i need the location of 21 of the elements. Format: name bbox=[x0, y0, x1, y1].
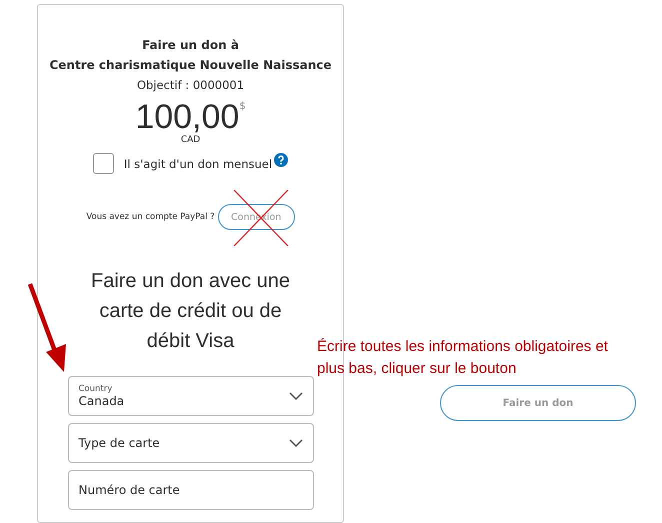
field-label: Country bbox=[78, 384, 114, 394]
field-placeholder: Type de carte bbox=[78, 436, 160, 450]
field-placeholder: Numéro de carte bbox=[78, 483, 180, 497]
input-field[interactable]: Numéro de carte bbox=[68, 470, 314, 510]
currency-code: CAD bbox=[180, 135, 200, 145]
card-heading: Faire un don avec une carte de crédit ou de débit Visa bbox=[90, 269, 292, 354]
select-field[interactable]: Type de carte bbox=[68, 423, 314, 463]
form-title: Faire un don à bbox=[142, 37, 239, 54]
chevron-icon bbox=[288, 392, 302, 400]
goal-text: Objectif : 0000001 bbox=[136, 77, 244, 94]
field-value: Canada bbox=[78, 394, 124, 408]
recipient-name: Centre charismatique Nouvelle Naissance bbox=[49, 57, 332, 74]
instruction-text: Écrire toutes les informations obligatoires et plus bas, cliquer sur le bouton bbox=[317, 337, 609, 379]
paypal-prompt: Vous avez un compte PayPal ? bbox=[86, 212, 215, 222]
amount: 100,00 bbox=[135, 99, 240, 135]
monthly-label: Il s'agit d'un don mensuel bbox=[124, 156, 272, 170]
monthly-checkbox[interactable] bbox=[92, 153, 114, 174]
help-icon[interactable] bbox=[274, 152, 288, 166]
currency-symbol: $ bbox=[239, 101, 246, 112]
chevron-icon bbox=[288, 439, 302, 447]
select-field[interactable]: Country Canada bbox=[68, 376, 314, 416]
